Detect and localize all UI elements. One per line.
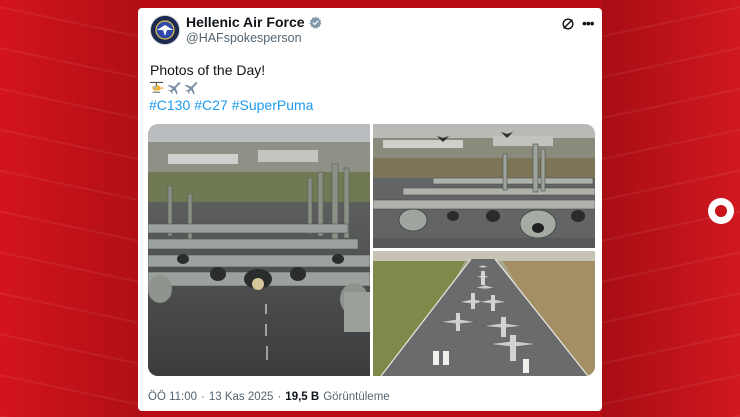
helicopter-emoji [149,81,164,93]
views-label: Görüntüleme [323,391,390,403]
tweet-text: Photos of the Day! [150,62,266,78]
tweet-card[interactable]: Hellenic Air Force @HAFspokesperson ••• … [138,8,602,411]
emoji-row [149,80,198,95]
photo-aircraft-lineup-front[interactable] [148,124,370,376]
tweet-media-grid[interactable] [148,124,595,376]
more-options-icon[interactable]: ••• [582,16,595,30]
background-left-panel [0,0,140,417]
tweet-time[interactable]: ÖÖ 11:00 [148,391,197,403]
avatar[interactable] [150,15,180,45]
hashtag-superpuma[interactable]: #SuperPuma [232,97,314,113]
live-dot-icon [708,198,734,224]
tweet-meta: ÖÖ 11:00 · 13 Kas 2025 · 19,5 B Görüntül… [148,391,390,403]
photo-aircraft-runway-aerial[interactable] [373,251,595,376]
grok-icon[interactable] [561,17,575,31]
verified-badge-icon [309,16,321,29]
hashtag-c130[interactable]: #C130 [149,97,190,113]
tweet-date[interactable]: 13 Kas 2025 [209,391,274,403]
meta-separator: · [277,391,282,403]
views-count: 19,5 B [285,391,320,403]
photo-aircraft-ramp[interactable] [373,124,595,248]
airplane-emoji [184,81,198,95]
hashtag-c27[interactable]: #C27 [194,97,227,113]
display-name[interactable]: Hellenic Air Force [186,14,305,30]
account-handle[interactable]: @HAFspokesperson [186,31,302,45]
meta-separator: · [201,391,205,403]
airplane-emoji [167,81,181,95]
hashtags: #C130 #C27 #SuperPuma [149,97,313,113]
